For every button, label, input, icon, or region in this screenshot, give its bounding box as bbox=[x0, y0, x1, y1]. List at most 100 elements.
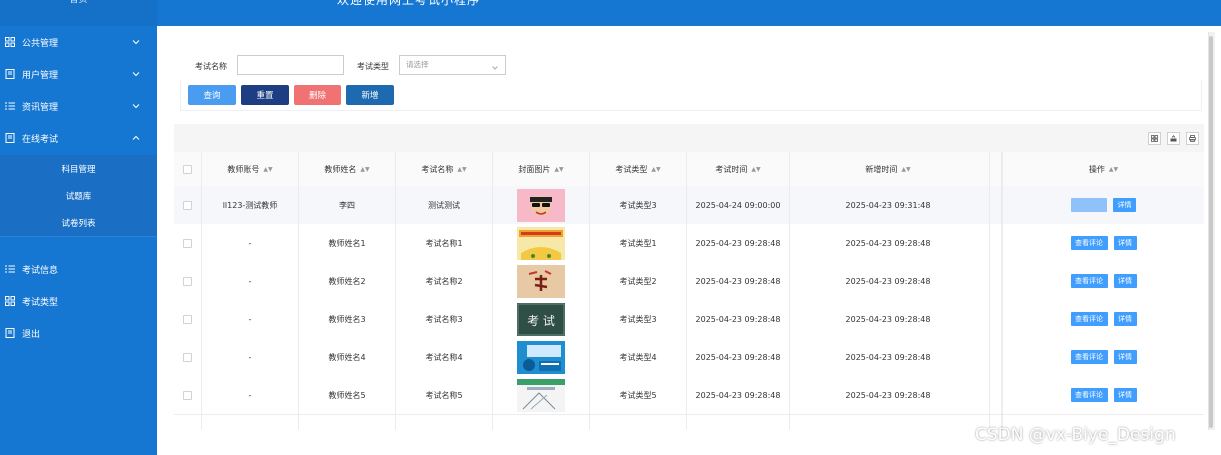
detail-button[interactable]: 详情 bbox=[1113, 198, 1136, 212]
table-row[interactable]: - 教师姓名1 考试名称1 考试类型1 2025-04-23 09:28:48 2025-… bbox=[174, 224, 1204, 263]
column-divider bbox=[395, 152, 396, 430]
reset-button[interactable]: 重置 bbox=[241, 85, 289, 105]
table-row[interactable]: - 教师姓名2 考试名称2 考试类型2 2025-04-23 09:28:48 2025-… bbox=[174, 262, 1204, 301]
sidebar-item-news[interactable]: 资讯管理 bbox=[0, 90, 157, 122]
export-icon[interactable] bbox=[1167, 132, 1180, 145]
cover-image[interactable] bbox=[517, 340, 565, 374]
column-header-exam-time[interactable]: 考试时间 ▲▼ bbox=[687, 152, 789, 186]
cell-actions: 查看评论 详情 bbox=[1003, 338, 1204, 376]
column-header-actions[interactable]: 操作 ▲▼ bbox=[1003, 152, 1204, 186]
delete-button[interactable]: 删除 bbox=[294, 85, 341, 105]
cell-account: - bbox=[248, 390, 252, 400]
column-header-teacher[interactable]: 教师姓名 ▲▼ bbox=[299, 152, 395, 186]
cover-image[interactable] bbox=[517, 378, 565, 412]
row-checkbox[interactable] bbox=[183, 390, 192, 400]
view-comments-button[interactable]: 查看评论 bbox=[1070, 350, 1108, 364]
table-row[interactable]: ll123-测试教师 李四 测试测试 考试类型3 2025-04-24 09:00:00… bbox=[174, 186, 1204, 225]
cell-add-time: 2025-04-23 09:31:48 bbox=[845, 200, 931, 210]
row-checkbox[interactable] bbox=[183, 200, 192, 210]
cell-exam-name: 考试名称1 bbox=[425, 238, 463, 248]
select-all-checkbox[interactable] bbox=[174, 152, 201, 186]
cell-account: ll123-测试教师 bbox=[222, 200, 278, 210]
sidebar-item-exam-info[interactable]: 考试信息 bbox=[0, 253, 157, 285]
cell-exam-time: 2025-04-24 09:00:00 bbox=[695, 200, 781, 210]
view-comments-button[interactable]: 查看评论 bbox=[1070, 312, 1108, 326]
cell-add-time: 2025-04-23 09:28:48 bbox=[845, 390, 931, 400]
sidebar-item-exam-type[interactable]: 考试类型 bbox=[0, 285, 157, 317]
column-header-add-time[interactable]: 新增时间 ▲▼ bbox=[790, 152, 986, 186]
sidebar-item-logout[interactable]: 退出 bbox=[0, 317, 157, 349]
columns-icon[interactable] bbox=[1148, 132, 1161, 145]
exam-name-input[interactable] bbox=[237, 55, 344, 75]
table-row[interactable]: - 教师姓名3 考试名称3 考 试 考试类型3 2025-04-23 09:28:48 20… bbox=[174, 300, 1204, 339]
sidebar-subitem-papers[interactable]: 试卷列表 bbox=[0, 209, 157, 237]
sidebar-subitem-subjects[interactable]: 科目管理 bbox=[0, 155, 157, 183]
sort-icon: ▲▼ bbox=[751, 165, 761, 173]
cell-select bbox=[174, 186, 201, 224]
table-row[interactable]: - 教师姓名4 考试名称4 考试类型4 2025-04-23 09:28:48 2025-… bbox=[174, 338, 1204, 377]
detail-button[interactable]: 详情 bbox=[1113, 388, 1137, 402]
svg-text:考 试: 考 试 bbox=[527, 313, 555, 328]
cell-exam-type: 考试类型3 bbox=[619, 200, 657, 210]
cell-select bbox=[174, 300, 201, 338]
cell-teacher: 教师姓名1 bbox=[328, 238, 366, 248]
sidebar-item-online-exam[interactable]: 在线考试 bbox=[0, 122, 157, 154]
cell-account: - bbox=[248, 314, 252, 324]
detail-button[interactable]: 详情 bbox=[1113, 236, 1137, 250]
view-comments-button[interactable] bbox=[1071, 198, 1107, 212]
sort-icon: ▲▼ bbox=[263, 165, 273, 173]
sidebar-home[interactable]: 首页 bbox=[0, 0, 157, 26]
cell-exam-type: 考试类型1 bbox=[619, 238, 657, 248]
cell-add-time: 2025-04-23 09:28:48 bbox=[845, 238, 931, 248]
column-header-cover[interactable]: 封面图片 ▲▼ bbox=[493, 152, 589, 186]
cell-account: - bbox=[248, 238, 252, 248]
print-icon[interactable] bbox=[1186, 132, 1199, 145]
detail-button[interactable]: 详情 bbox=[1113, 274, 1137, 288]
cell-exam-name: 测试测试 bbox=[428, 200, 460, 210]
sidebar-item-public[interactable]: 公共管理 bbox=[0, 26, 157, 58]
view-comments-button[interactable]: 查看评论 bbox=[1070, 388, 1108, 402]
sort-icon: ▲▼ bbox=[554, 165, 564, 173]
scrollbar-thumb[interactable] bbox=[1209, 36, 1213, 428]
exam-type-select[interactable]: 请选择 bbox=[399, 55, 506, 75]
list-icon bbox=[5, 264, 15, 274]
view-comments-button[interactable]: 查看评论 bbox=[1070, 274, 1108, 288]
sidebar-item-users[interactable]: 用户管理 bbox=[0, 58, 157, 90]
cell-cover bbox=[493, 186, 589, 224]
cell-exam-name: 考试名称2 bbox=[425, 276, 463, 286]
query-button[interactable]: 查询 bbox=[188, 85, 236, 105]
cell-add-time: 2025-04-23 09:28:48 bbox=[845, 314, 931, 324]
sidebar-item-label: 用户管理 bbox=[22, 70, 59, 81]
row-checkbox[interactable] bbox=[183, 314, 192, 324]
column-header-account[interactable]: 教师账号 ▲▼ bbox=[202, 152, 298, 186]
cell-add-time: 2025-04-23 09:28:48 bbox=[845, 276, 931, 286]
cell-actions: 查看评论 详情 bbox=[1003, 224, 1204, 262]
cover-image[interactable] bbox=[517, 226, 565, 260]
exam-type-label: 考试类型 bbox=[357, 62, 389, 71]
cell-actions: 查看评论 详情 bbox=[1003, 376, 1204, 414]
add-button[interactable]: 新增 bbox=[346, 85, 394, 105]
cell-teacher: 教师姓名3 bbox=[328, 314, 366, 324]
view-comments-button[interactable]: 查看评论 bbox=[1070, 236, 1108, 250]
cover-image[interactable]: 考 试 bbox=[517, 302, 565, 336]
column-divider bbox=[589, 152, 590, 430]
row-checkbox[interactable] bbox=[183, 276, 192, 286]
cell-account: - bbox=[248, 352, 252, 362]
row-checkbox[interactable] bbox=[183, 352, 192, 362]
sidebar: 首页 公共管理 用户管理 资讯管理 在线考试 科目管理 试题库 试卷列表 考试信… bbox=[0, 0, 157, 455]
cover-image[interactable] bbox=[517, 188, 565, 222]
column-header-exam-type[interactable]: 考试类型 ▲▼ bbox=[590, 152, 686, 186]
cell-actions: 详情 bbox=[1003, 186, 1204, 224]
table-row[interactable]: - 教师姓名5 考试名称5 考试类型5 2025-04-23 09:28:48 2025-… bbox=[174, 376, 1204, 415]
cover-image[interactable] bbox=[517, 264, 565, 298]
sidebar-subitem-question-bank[interactable]: 试题库 bbox=[0, 182, 157, 210]
row-checkbox[interactable] bbox=[183, 238, 192, 248]
cell-teacher: 李四 bbox=[339, 200, 355, 210]
cell-exam-type: 考试类型3 bbox=[619, 314, 657, 324]
detail-button[interactable]: 详情 bbox=[1113, 350, 1137, 364]
sort-icon: ▲▼ bbox=[901, 165, 911, 173]
column-header-exam-name[interactable]: 考试名称 ▲▼ bbox=[396, 152, 492, 186]
sidebar-item-label: 资讯管理 bbox=[22, 102, 59, 113]
detail-button[interactable]: 详情 bbox=[1113, 312, 1137, 326]
column-divider bbox=[201, 152, 202, 430]
